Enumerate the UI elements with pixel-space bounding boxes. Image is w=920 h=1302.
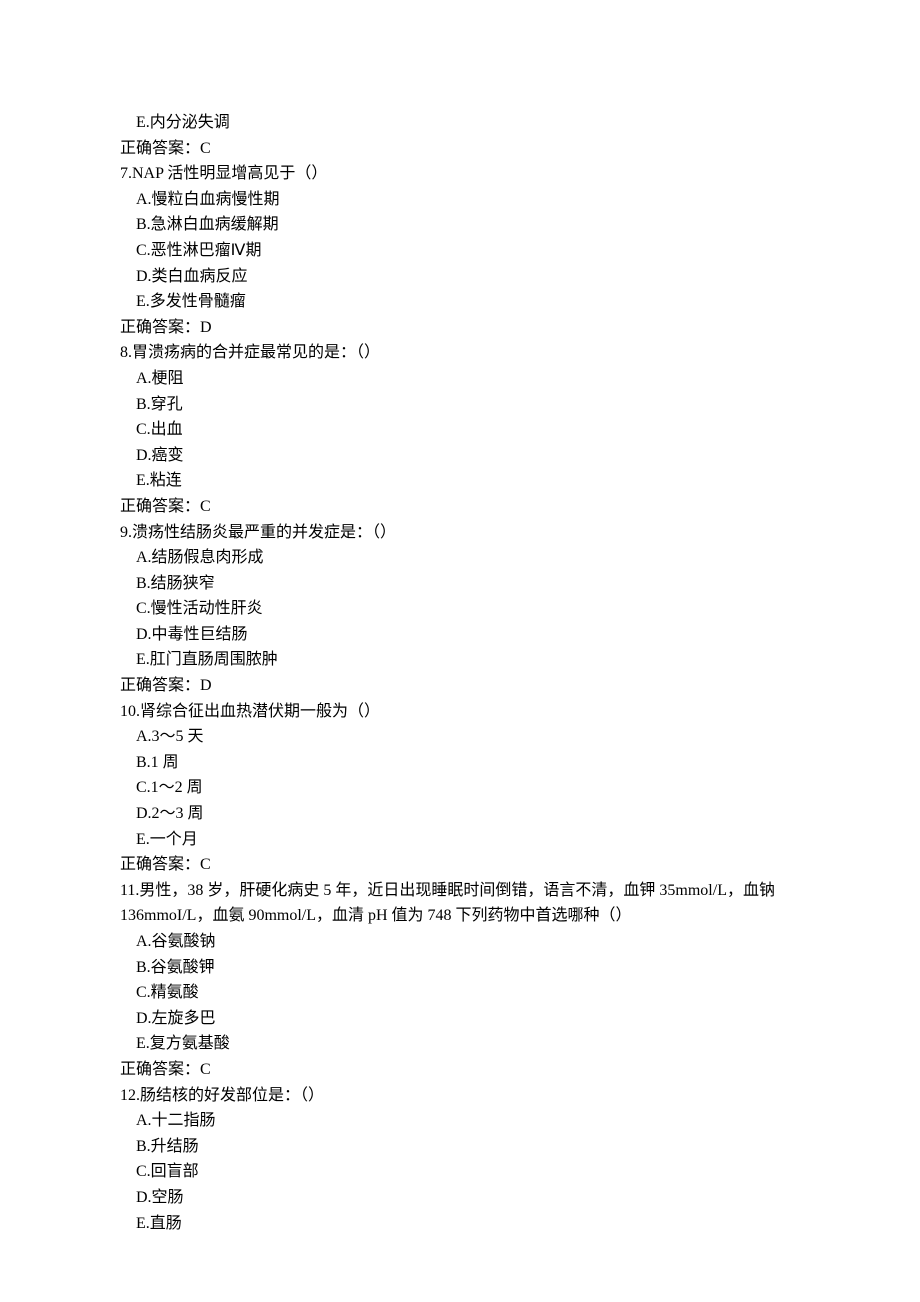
- text-line: D.中毒性巨结肠: [120, 622, 800, 648]
- text-line: 12.肠结核的好发部位是：（）: [120, 1083, 800, 1109]
- text-line: 8.胃溃疡病的合并症最常见的是：（）: [120, 340, 800, 366]
- text-line: 正确答案：C: [120, 1057, 800, 1083]
- text-line: E.多发性骨髓瘤: [120, 289, 800, 315]
- text-line: D.左旋多巴: [120, 1006, 800, 1032]
- text-line: D.癌变: [120, 443, 800, 469]
- text-line: A.梗阻: [120, 366, 800, 392]
- text-line: A.谷氨酸钠: [120, 929, 800, 955]
- text-line: C.慢性活动性肝炎: [120, 596, 800, 622]
- text-line: 正确答案：C: [120, 136, 800, 162]
- text-line: E.直肠: [120, 1211, 800, 1237]
- text-line: B.结肠狭窄: [120, 571, 800, 597]
- text-line: E.内分泌失调: [120, 110, 800, 136]
- text-line: A.慢粒白血病慢性期: [120, 187, 800, 213]
- text-line: C.1～2 周: [120, 775, 800, 801]
- text-line: 正确答案：D: [120, 673, 800, 699]
- text-line: D.空肠: [120, 1185, 800, 1211]
- text-line: B.升结肠: [120, 1134, 800, 1160]
- text-line: B.急淋白血病缓解期: [120, 212, 800, 238]
- text-line: E.粘连: [120, 468, 800, 494]
- text-line: C.精氨酸: [120, 980, 800, 1006]
- text-line: B.谷氨酸钾: [120, 955, 800, 981]
- text-line: C.恶性淋巴瘤Ⅳ期: [120, 238, 800, 264]
- text-line: 11.男性，38 岁，肝硬化病史 5 年，近日出现睡眠时间倒错，语言不清，血钾 …: [120, 878, 800, 929]
- text-line: 9.溃疡性结肠炎最严重的并发症是：（）: [120, 520, 800, 546]
- text-line: B.1 周: [120, 750, 800, 776]
- text-line: 7.NAP 活性明显增高见于（）: [120, 161, 800, 187]
- text-line: 正确答案：D: [120, 315, 800, 341]
- text-line: D.2～3 周: [120, 801, 800, 827]
- text-line: A.结肠假息肉形成: [120, 545, 800, 571]
- text-line: A.十二指肠: [120, 1108, 800, 1134]
- text-line: B.穿孔: [120, 392, 800, 418]
- text-line: A.3～5 天: [120, 724, 800, 750]
- text-line: 正确答案：C: [120, 852, 800, 878]
- text-line: 10.肾综合征出血热潜伏期一般为（）: [120, 699, 800, 725]
- text-line: E.一个月: [120, 827, 800, 853]
- text-line: C.出血: [120, 417, 800, 443]
- text-line: D.类白血病反应: [120, 264, 800, 290]
- document-page: E.内分泌失调正确答案：C7.NAP 活性明显增高见于（）A.慢粒白血病慢性期B…: [0, 0, 920, 1302]
- document-content: E.内分泌失调正确答案：C7.NAP 活性明显增高见于（）A.慢粒白血病慢性期B…: [120, 110, 800, 1236]
- text-line: E.复方氨基酸: [120, 1031, 800, 1057]
- text-line: E.肛门直肠周围脓肿: [120, 647, 800, 673]
- text-line: C.回盲部: [120, 1159, 800, 1185]
- text-line: 正确答案：C: [120, 494, 800, 520]
